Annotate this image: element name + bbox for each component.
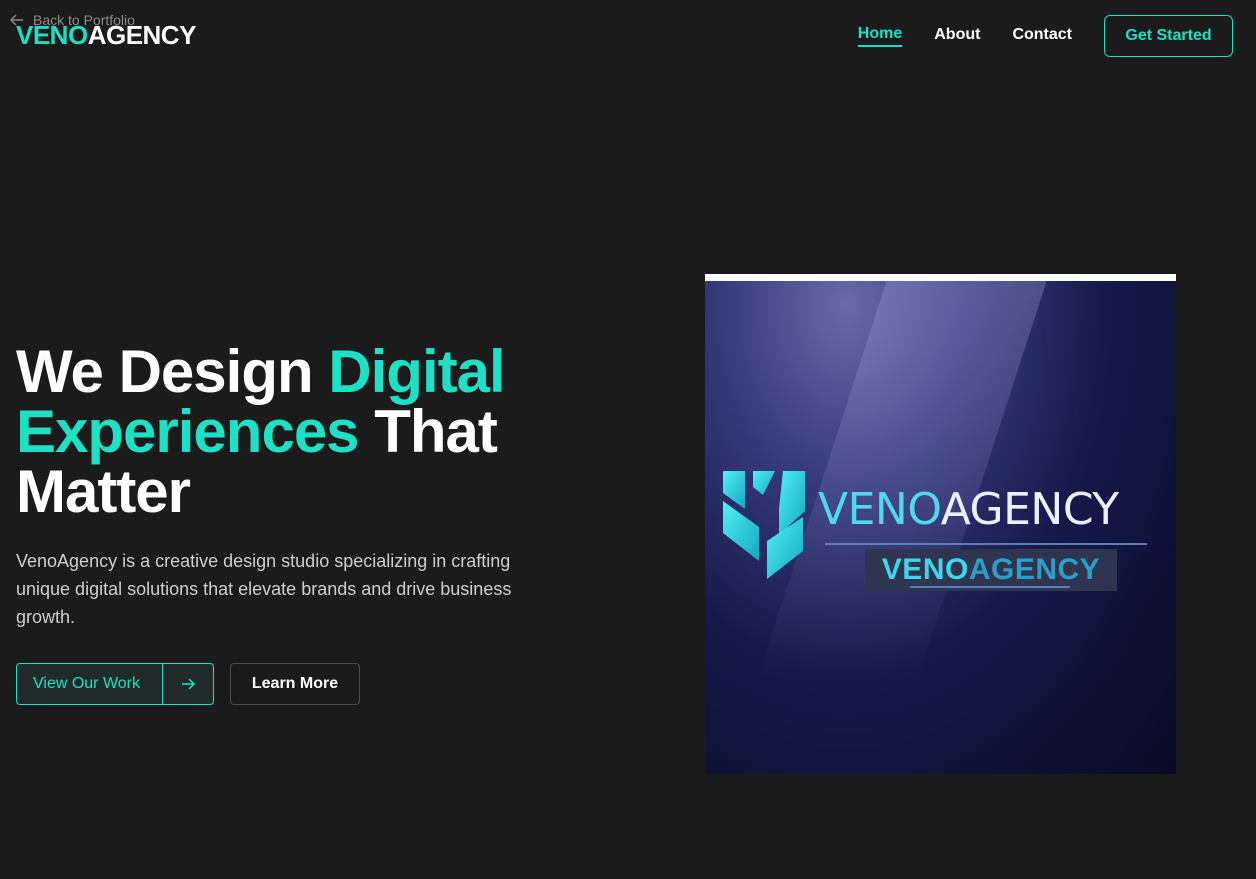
- hero-title: We Design Digital Experiences That Matte…: [16, 342, 576, 522]
- image-brand-rest: AGENCY: [940, 484, 1119, 535]
- image-sub-brand: VENO AGENCY: [865, 549, 1117, 591]
- hero-image: VENOAGENCY VENO AGENCY: [705, 274, 1176, 774]
- hero-buttons: View Our Work Learn More: [16, 663, 360, 705]
- back-to-portfolio-link[interactable]: Back to Portfolio: [9, 12, 135, 28]
- get-started-button[interactable]: Get Started: [1104, 15, 1233, 57]
- view-our-work-button[interactable]: View Our Work: [16, 663, 214, 705]
- view-our-work-label: View Our Work: [33, 675, 140, 692]
- arrow-right-icon: [162, 664, 213, 704]
- nav-contact[interactable]: Contact: [1012, 26, 1072, 46]
- hero-title-part1: We Design: [16, 338, 329, 405]
- arrow-left-icon: [9, 14, 23, 26]
- learn-more-button[interactable]: Learn More: [230, 663, 360, 705]
- hero-description: VenoAgency is a creative design studio s…: [16, 551, 512, 627]
- main-nav: Home About Contact Get Started: [857, 15, 1233, 57]
- image-sub-accent: VENO: [881, 553, 969, 586]
- image-divider-bottom: [910, 586, 1070, 588]
- image-brand-accent: VENO: [818, 484, 941, 535]
- image-sub-rest: AGENCY: [968, 553, 1101, 586]
- brand-mark-icon: [723, 471, 805, 579]
- nav-about[interactable]: About: [934, 26, 980, 46]
- image-brand-text: VENOAGENCY: [818, 485, 1119, 535]
- back-link-label: Back to Portfolio: [33, 12, 135, 28]
- page: Back to Portfolio VENOAGENCY Home About …: [0, 0, 1256, 879]
- nav-home[interactable]: Home: [857, 25, 903, 47]
- image-divider-top: [825, 543, 1147, 545]
